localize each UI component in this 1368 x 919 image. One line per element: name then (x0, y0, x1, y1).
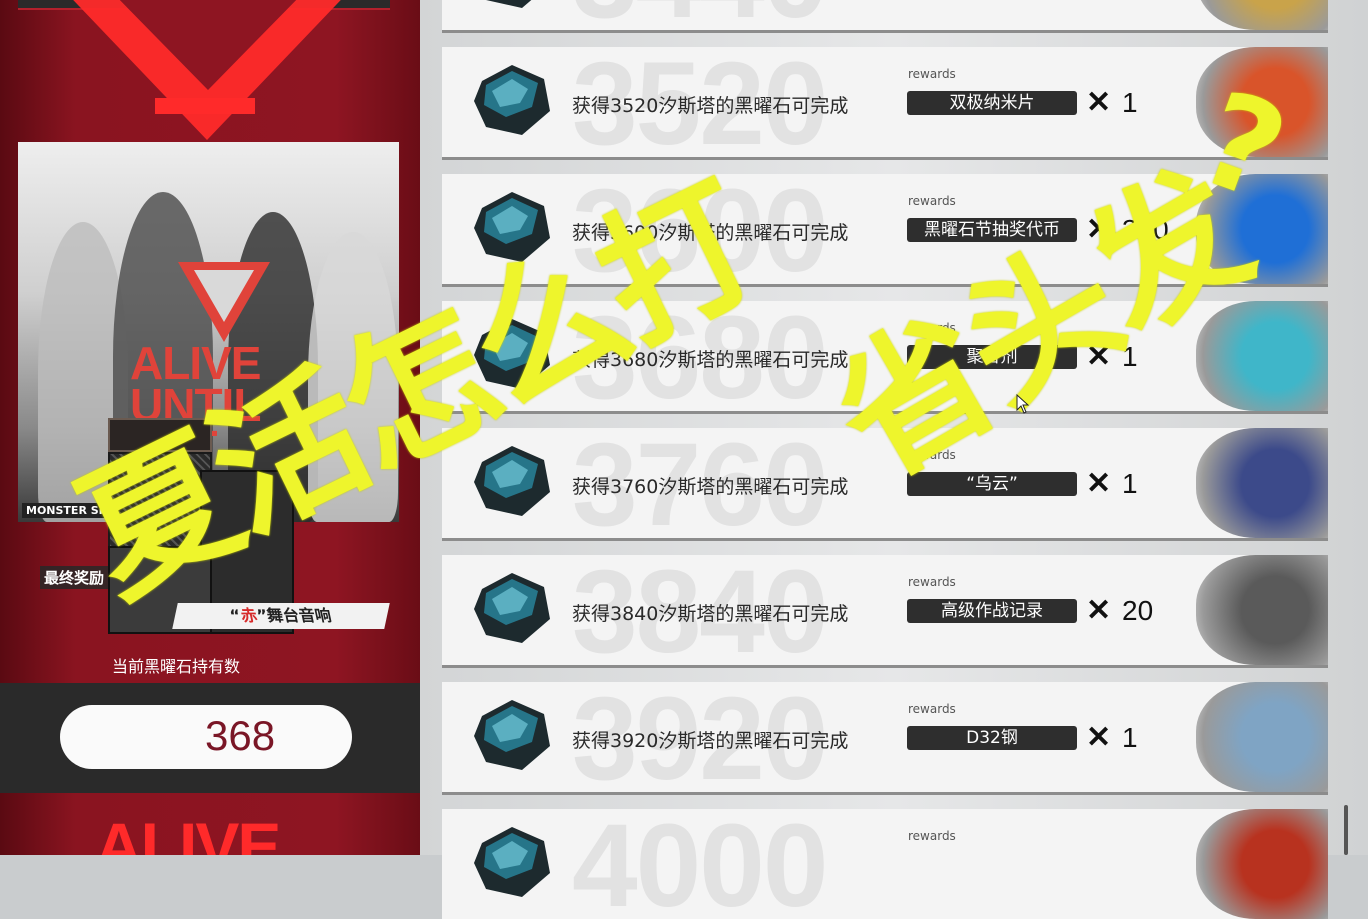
task-row[interactable]: 4000 rewards ✕ (442, 809, 1328, 919)
task-description: 获得3680汐斯塔的黑曜石可完成 (572, 349, 849, 371)
stage-speaker-image (108, 418, 298, 634)
task-row[interactable]: 3680 获得3680汐斯塔的黑曜石可完成 rewards 聚合剂 ✕ 1 (442, 301, 1328, 411)
final-reward-label: 最终奖励 (40, 566, 109, 589)
scrollbar[interactable] (1344, 805, 1348, 855)
multiply-icon: ✕ (1086, 721, 1112, 754)
final-reward-name: “赤” 舞台音响 (172, 603, 390, 629)
amp-head (108, 418, 212, 452)
reward-name: 黑曜石节抽奖代币 (907, 218, 1077, 242)
task-row[interactable]: 3520 获得3520汐斯塔的黑曜石可完成 rewards 双极纳米片 ✕ 1 (442, 47, 1328, 157)
rewards-label: rewards (908, 829, 956, 843)
reward-item-image[interactable] (1196, 174, 1328, 284)
holding-label: 当前黑曜石持有数 (112, 657, 241, 676)
poster-triangle-inner (194, 270, 254, 322)
reward-name: 高级作战记录 (907, 599, 1077, 623)
task-row[interactable]: 3920 获得3920汐斯塔的黑曜石可完成 rewards D32钢 ✕ 1 (442, 682, 1328, 792)
reward-name: 聚合剂 (907, 345, 1077, 369)
multiply-icon: ✕ (1086, 213, 1112, 246)
reward-name-suffix: 舞台音响 (265, 606, 334, 625)
bottom-banner-text: ALIVE (95, 809, 281, 855)
rewards-label: rewards (908, 194, 956, 208)
holding-value: 368 (205, 712, 276, 759)
character-figure (308, 232, 398, 522)
rewards-label: rewards (908, 67, 956, 81)
obsidian-icon (474, 192, 550, 262)
obsidian-icon (474, 65, 550, 135)
event-side-panel: ALIVE UNTIL SET MONSTER SIREN 最终奖励 “赤” 舞… (0, 0, 420, 855)
reward-item-image[interactable] (1196, 428, 1328, 538)
reward-quantity: 1 (1122, 468, 1138, 499)
multiply-icon: ✕ (1086, 594, 1112, 627)
task-description: 获得3520汐斯塔的黑曜石可完成 (572, 95, 849, 117)
reward-item-image[interactable] (1196, 682, 1328, 792)
reward-name: D32钢 (907, 726, 1077, 750)
task-description: 获得3600汐斯塔的黑曜石可完成 (572, 222, 849, 244)
task-bg-number: 4000 (572, 809, 829, 919)
reward-quantity: 20 (1122, 595, 1154, 626)
reward-quantity: 1 (1122, 341, 1138, 372)
task-description: 获得3840汐斯塔的黑曜石可完成 (572, 603, 849, 625)
obsidian-icon (486, 0, 532, 8)
obsidian-icon (474, 827, 550, 897)
multiply-icon: ✕ (1086, 467, 1112, 500)
obsidian-icon (474, 573, 550, 643)
task-bg-number: 3440 (572, 0, 829, 30)
task-row[interactable]: 3440 ✕ (442, 0, 1328, 30)
reward-name: 双极纳米片 (907, 91, 1077, 115)
multiply-icon: ✕ (1086, 340, 1112, 373)
rewards-label: rewards (908, 702, 956, 716)
rewards-label: rewards (908, 575, 956, 589)
task-description: 获得3760汐斯塔的黑曜石可完成 (572, 476, 849, 498)
rewards-label: rewards (908, 448, 956, 462)
task-list[interactable]: 3440 ✕ 3520 获得3520汐斯塔的黑曜石可完成 rewards 双极纳… (420, 0, 1368, 919)
reward-item-image[interactable] (1196, 0, 1328, 30)
reward-quantity: 300 (1122, 214, 1169, 245)
reward-item-image[interactable] (1196, 301, 1328, 411)
obsidian-icon (474, 446, 550, 516)
reward-item-image[interactable] (1196, 809, 1328, 919)
obsidian-icon (474, 319, 550, 389)
reward-name: “乌云” (907, 472, 1077, 496)
reward-item-image[interactable] (1196, 47, 1328, 157)
task-row[interactable]: 3760 获得3760汐斯塔的黑曜石可完成 rewards “乌云” ✕ 1 (442, 428, 1328, 538)
multiply-icon: ✕ (1086, 86, 1112, 119)
reward-item-image[interactable] (1196, 555, 1328, 665)
triangle-logo-inner (110, 0, 306, 90)
reward-quantity: 1 (1122, 722, 1138, 753)
rewards-label: rewards (908, 321, 956, 335)
task-row[interactable]: 3840 获得3840汐斯塔的黑曜石可完成 rewards 高级作战记录 ✕ 2… (442, 555, 1328, 665)
obsidian-icon (474, 700, 550, 770)
reward-quantity: 1 (1122, 87, 1138, 118)
task-row[interactable]: 3600 获得3600汐斯塔的黑曜石可完成 rewards 黑曜石节抽奖代币 ✕… (442, 174, 1328, 284)
task-description: 获得3920汐斯塔的黑曜石可完成 (572, 730, 849, 752)
triangle-logo-bar (155, 98, 255, 114)
